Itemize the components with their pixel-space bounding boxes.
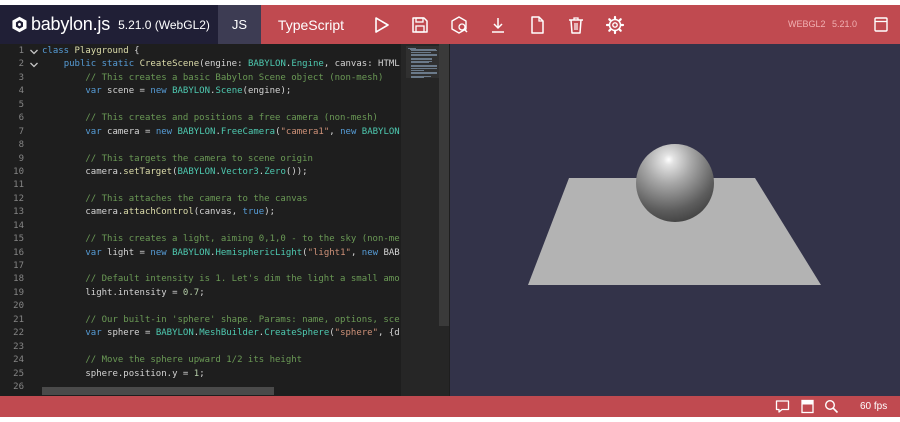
- line-number-gutter: 1 2 3 4 5 6 7 8 9 10 11 12 13 14 15 16 17 18 19 20 21 22 23 24 2…: [0, 44, 42, 396]
- run-icon[interactable]: [371, 15, 391, 35]
- settings-icon[interactable]: [605, 15, 625, 35]
- code-editor[interactable]: 1 2 3 4 5 6 7 8 9 10 11 12 13 14 15 16 17 18 19 20 21 22 23 24 2…: [0, 44, 450, 396]
- tab-js[interactable]: JS: [218, 5, 261, 44]
- code-line[interactable]: class Playground {: [42, 45, 140, 58]
- scene-view: [528, 144, 821, 285]
- minimap-line: [411, 66, 438, 67]
- code-line[interactable]: var camera = new BABYLON.FreeCamera("cam…: [42, 126, 399, 139]
- download-icon[interactable]: [488, 15, 508, 35]
- line-number: 14: [13, 220, 24, 231]
- code-line[interactable]: // This creates a basic Babylon Scene ob…: [42, 72, 383, 85]
- line-number: 19: [13, 287, 24, 298]
- sphere-mesh: [636, 144, 714, 222]
- line-number: 22: [13, 328, 24, 339]
- code-line[interactable]: var sphere = BABYLON.MeshBuilder.CreateS…: [42, 327, 399, 340]
- engine-version-label: 5.21.0: [832, 19, 858, 29]
- new-icon[interactable]: [527, 15, 547, 35]
- line-number: 9: [18, 153, 24, 164]
- minimap-line: [411, 51, 431, 53]
- line-number: 6: [18, 113, 24, 124]
- minimap-line: [411, 55, 438, 57]
- engine-label: WEBGL2: [788, 19, 826, 29]
- render-canvas[interactable]: [450, 44, 900, 396]
- line-number: 13: [13, 207, 24, 218]
- code-line[interactable]: var scene = new BABYLON.Scene(engine);: [42, 85, 291, 98]
- clear-icon[interactable]: [566, 15, 586, 35]
- code-line[interactable]: var light = new BABYLON.HemisphericLight…: [42, 247, 399, 260]
- line-number: 3: [18, 72, 24, 83]
- code-line[interactable]: camera.attachControl(canvas, true);: [42, 206, 275, 219]
- fold-chevron-icon[interactable]: [29, 47, 39, 57]
- line-number: 26: [13, 382, 24, 392]
- logo-text: babylon.js: [30, 14, 110, 34]
- save-icon[interactable]: [410, 15, 430, 35]
- line-number: 11: [13, 180, 24, 191]
- code-line[interactable]: // Default intensity is 1. Let's dim the…: [42, 273, 399, 286]
- code-line[interactable]: // This attaches the camera to the canva…: [42, 193, 307, 206]
- line-number: 2: [18, 59, 24, 70]
- code-line[interactable]: // This creates a light, aiming 0,1,0 - …: [42, 233, 399, 246]
- code-line[interactable]: sphere.position.y = 1;: [42, 368, 204, 381]
- feedback-icon[interactable]: [775, 399, 790, 414]
- line-number: 1: [18, 46, 24, 56]
- line-number: 21: [13, 314, 24, 325]
- fps-counter: 60 fps: [860, 401, 888, 412]
- code-line[interactable]: // This creates and positions a free cam…: [42, 112, 378, 125]
- line-number: 5: [18, 99, 24, 110]
- line-number: 20: [13, 301, 24, 312]
- fold-chevron-icon[interactable]: [29, 60, 39, 70]
- line-number: 16: [13, 247, 24, 258]
- code-line[interactable]: camera.setTarget(BABYLON.Vector3.Zero())…: [42, 166, 307, 179]
- code-line[interactable]: // Our built-in 'sphere' shape. Params: …: [42, 314, 399, 327]
- search-icon[interactable]: [824, 399, 839, 414]
- line-number: 4: [18, 86, 24, 97]
- examples-icon[interactable]: [800, 399, 815, 414]
- line-number: 8: [18, 140, 24, 151]
- minimap-line: [411, 73, 438, 75]
- code-line[interactable]: public static CreateScene(engine: BABYLO…: [42, 58, 400, 71]
- line-number: 25: [13, 368, 24, 379]
- line-number: 10: [13, 166, 24, 177]
- line-number: 17: [13, 261, 24, 272]
- footer-bar: 60 fps: [0, 396, 900, 417]
- code-line[interactable]: light.intensity = 0.7;: [42, 287, 204, 300]
- tab-typescript[interactable]: TypeScript: [262, 5, 360, 44]
- vertical-scrollbar[interactable]: [439, 44, 449, 326]
- line-number: 24: [13, 355, 24, 366]
- code-line[interactable]: // Move the sphere upward 1/2 its height: [42, 354, 302, 367]
- babylon-logo-icon: [12, 16, 27, 33]
- minimap-line: [411, 76, 424, 78]
- code-line[interactable]: // This targets the camera to scene orig…: [42, 153, 313, 166]
- line-number: 12: [13, 193, 24, 204]
- line-number: 15: [13, 234, 24, 245]
- version-selector[interactable]: 5.21.0 (WebGL2): [110, 5, 218, 44]
- top-bar: babylon.js 5.21.0 (WebGL2) JS TypeScript: [0, 5, 900, 44]
- version-label: 5.21.0 (WebGL2): [118, 17, 210, 32]
- minimap-line: [411, 69, 424, 71]
- fullscreen-icon[interactable]: [873, 16, 889, 33]
- inspector-icon[interactable]: [449, 15, 469, 35]
- minimap-line: [411, 62, 430, 64]
- code-area[interactable]: class Playground { public static CreateS…: [42, 44, 400, 396]
- horizontal-scrollbar[interactable]: [42, 387, 274, 395]
- line-number: 7: [18, 126, 24, 137]
- minimap-line: [411, 58, 432, 60]
- line-number: 23: [13, 341, 24, 352]
- logo[interactable]: babylon.js: [0, 5, 110, 44]
- line-number: 18: [13, 274, 24, 285]
- playground-app: babylon.js 5.21.0 (WebGL2) JS TypeScript: [0, 0, 900, 422]
